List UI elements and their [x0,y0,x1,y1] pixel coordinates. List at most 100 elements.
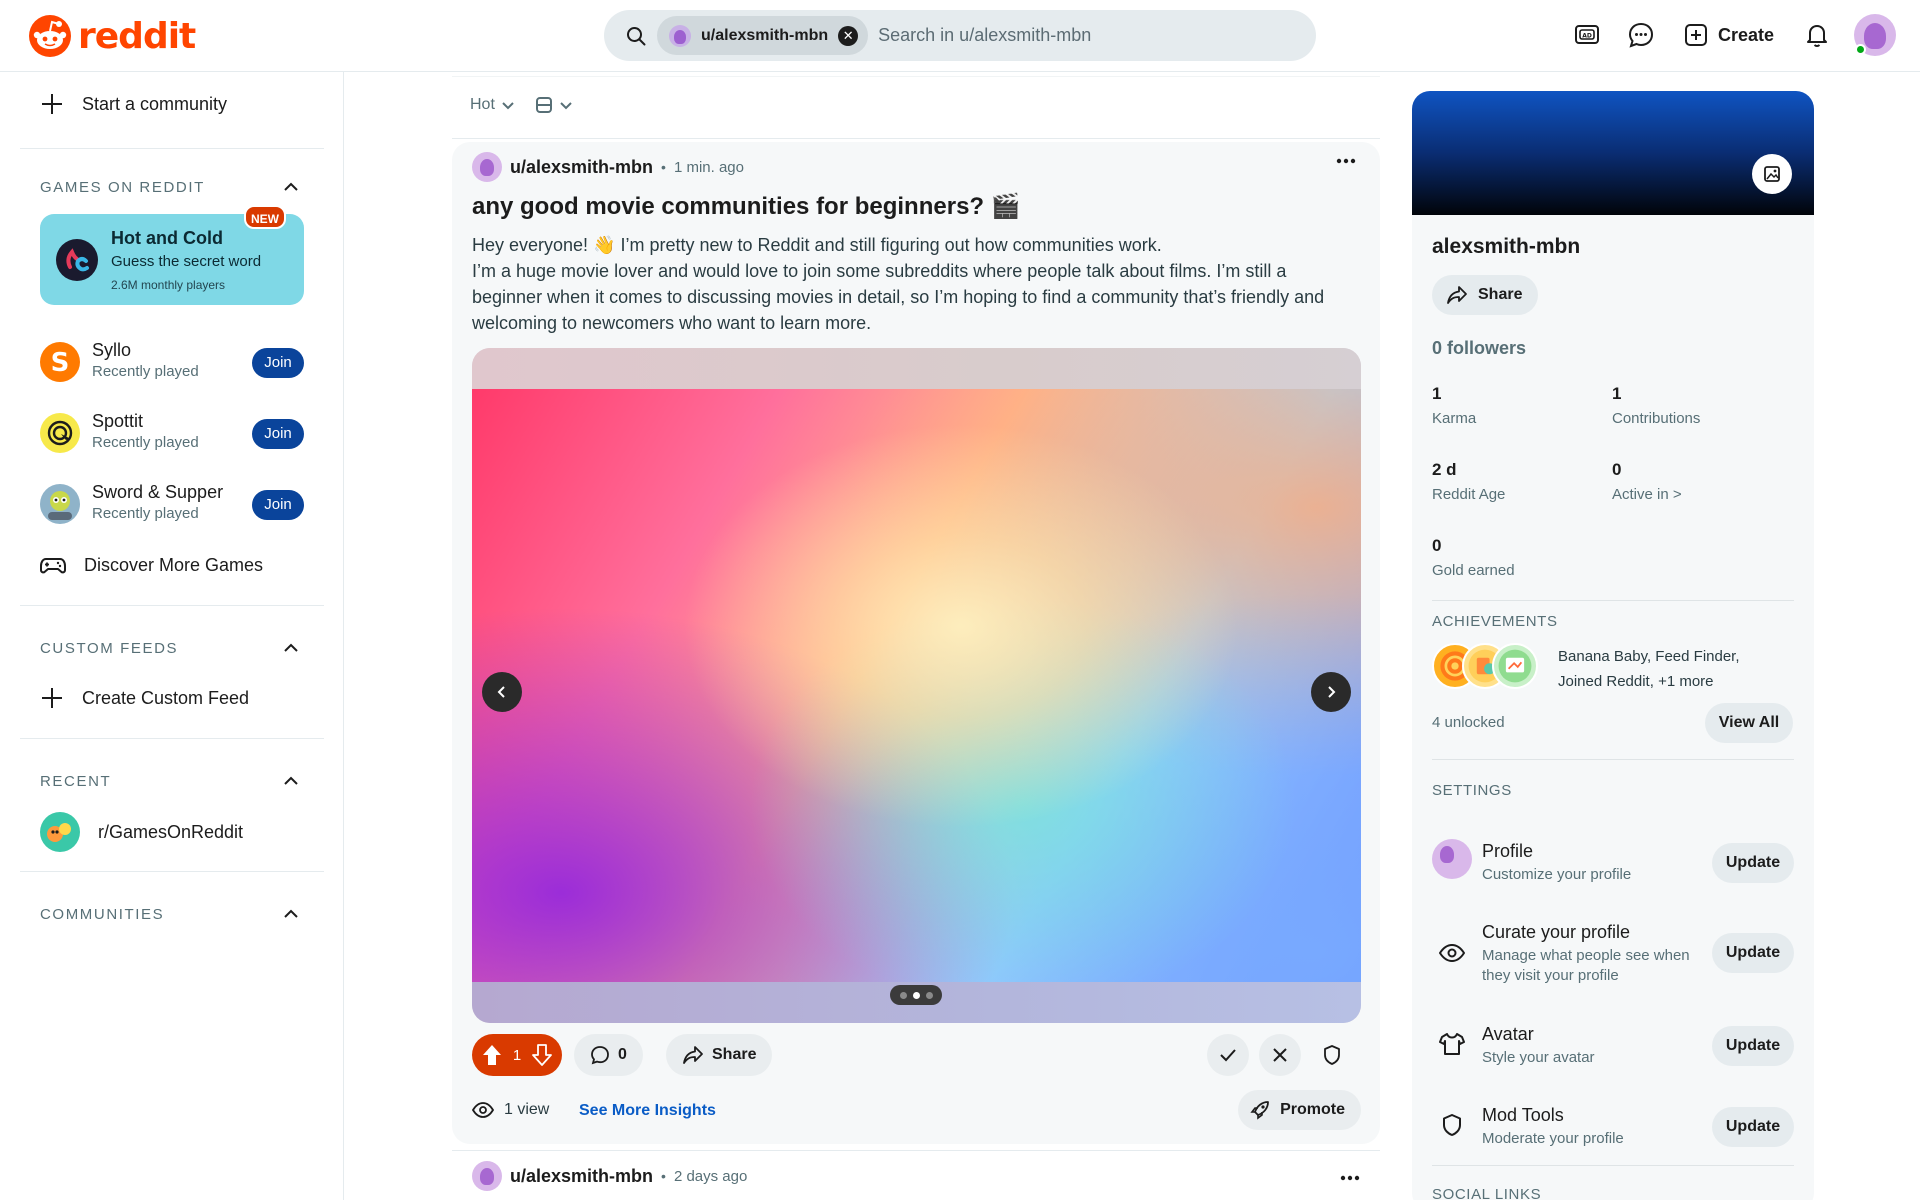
gamepad-icon [40,558,66,574]
gallery-next-button[interactable] [1311,672,1351,712]
discover-more-games-item[interactable]: Discover More Games [40,553,263,577]
more-options-icon[interactable] [1336,158,1356,164]
mod-shield-button[interactable] [1311,1034,1353,1076]
user-avatar[interactable] [1854,14,1896,56]
recent-item-gamesonreddit[interactable]: r/GamesOnReddit [40,812,243,852]
gamesonreddit-icon [40,812,80,852]
pager-dot[interactable] [899,991,907,999]
upvote-icon[interactable] [482,1044,502,1066]
chat-icon[interactable] [1624,18,1658,52]
communities-section-title[interactable]: COMMUNITIES [40,906,164,923]
game-item-sword-and-supper[interactable]: Sword & Supper Recently played Join [40,480,304,528]
advertise-icon[interactable]: AD [1570,18,1604,52]
post-body-line: beginner when it comes to discussing mov… [472,287,1325,307]
edit-banner-button[interactable] [1752,154,1792,194]
social-links-section-title: SOCIAL LINKS [1432,1186,1542,1200]
update-curate-button[interactable]: Update [1712,933,1794,973]
remove-button[interactable] [1259,1034,1301,1076]
chevron-up-icon[interactable] [282,639,300,657]
stat-value: 1 [1432,384,1442,403]
svg-text:AD: AD [1582,33,1592,40]
create-button[interactable]: Create [1678,15,1780,55]
share-button[interactable]: Share [666,1034,773,1076]
search-input[interactable]: Search in u/alexsmith-mbn [878,25,1091,46]
view-mode-dropdown[interactable] [535,96,573,114]
achievement-icons[interactable] [1432,643,1544,691]
stat-reddit-age: 2 d Reddit Age [1432,460,1602,503]
followers-count[interactable]: 0 followers [1432,338,1526,359]
view-all-achievements-button[interactable]: View All [1705,703,1793,743]
gallery-pager[interactable] [890,985,942,1005]
meta-separator: • [661,159,666,175]
close-icon[interactable]: ✕ [838,25,859,46]
join-button[interactable]: Join [252,348,304,378]
profile-banner [1412,91,1814,215]
post-author[interactable]: u/alexsmith-mbn [510,1166,653,1187]
game-item-syllo[interactable]: S Syllo Recently played Join [40,338,304,386]
approve-button[interactable] [1207,1034,1249,1076]
stat-value: 0 [1432,536,1442,555]
games-section-title[interactable]: GAMES ON REDDIT [40,179,205,196]
post-title[interactable]: any good movie communities for beginners… [472,192,1021,221]
featured-game-subtitle: Guess the secret word [111,253,262,270]
join-button[interactable]: Join [252,490,304,520]
search-scope-chip[interactable]: u/alexsmith-mbn ✕ [657,16,869,55]
featured-game-meta: 2.6M monthly players [111,278,226,292]
recent-section-title[interactable]: RECENT [40,773,111,790]
sort-dropdown[interactable]: Hot [470,96,515,114]
stat-gold-earned: 0 Gold earned [1432,536,1602,579]
more-options-icon[interactable] [1340,1175,1360,1181]
search-bar[interactable]: u/alexsmith-mbn ✕ Search in u/alexsmith-… [604,10,1316,61]
post-insights: 1 view See More Insights Promote [472,1090,1361,1132]
post-author[interactable]: u/alexsmith-mbn [510,157,653,178]
update-avatar-button[interactable]: Update [1712,1026,1794,1066]
author-avatar[interactable] [472,1161,502,1191]
gallery-prev-button[interactable] [482,672,522,712]
post-image-gallery[interactable] [472,348,1361,1023]
pager-dot[interactable] [925,991,933,999]
chevron-up-icon[interactable] [282,772,300,790]
vote-count: 1 [512,1046,522,1064]
discover-more-label: Discover More Games [84,554,264,575]
bell-icon[interactable] [1800,18,1834,52]
join-button[interactable]: Join [252,419,304,449]
chevron-down-icon [560,102,572,110]
custom-feeds-section-title[interactable]: CUSTOM FEEDS [40,640,178,657]
setting-subtitle: Manage what people see when they visit y… [1482,947,1690,984]
settings-row-profile: Profile Customize your profile Update [1432,839,1794,887]
update-mod-tools-button[interactable]: Update [1712,1107,1794,1147]
promote-button[interactable]: Promote [1238,1090,1361,1130]
divider [20,738,324,739]
rocket-icon [1250,1101,1269,1120]
featured-game-title: Hot and Cold [111,228,223,248]
downvote-icon[interactable] [532,1044,552,1066]
author-avatar[interactable] [472,152,502,182]
chevron-down-icon [502,102,514,110]
share-label: Share [712,1046,757,1063]
see-more-insights-link[interactable]: See More Insights [579,1102,716,1120]
create-custom-feed-item[interactable]: Create Custom Feed [40,686,249,710]
image-icon [1764,166,1780,182]
chevron-up-icon[interactable] [282,905,300,923]
profile-share-button[interactable]: Share [1432,275,1539,315]
gallery-blur-top [472,348,1361,389]
logo-text: reddit [78,15,196,57]
stat-active-in[interactable]: 0 Active in > [1612,460,1782,503]
chevron-up-icon[interactable] [282,178,300,196]
gallery-image[interactable] [472,389,1361,982]
update-profile-button[interactable]: Update [1712,843,1794,883]
post-meta: u/alexsmith-mbn • 1 min. ago [472,152,744,182]
pager-dot-active[interactable] [912,991,920,999]
start-community-item[interactable]: Start a community [40,92,227,116]
divider [452,76,1380,77]
setting-title: Curate your profile [1482,922,1631,942]
eye-icon [1432,933,1472,973]
vote-control: 1 [472,1034,562,1076]
post-card[interactable]: u/alexsmith-mbn • 1 min. ago any good mo… [452,142,1380,1144]
reddit-logo[interactable]: reddit [28,14,196,58]
comments-button[interactable]: 0 [574,1034,643,1076]
game-name: Syllo [92,340,132,360]
game-item-spottit[interactable]: Spottit Recently played Join [40,409,304,457]
avatar [1432,839,1472,879]
game-subtitle: Recently played [92,434,199,451]
